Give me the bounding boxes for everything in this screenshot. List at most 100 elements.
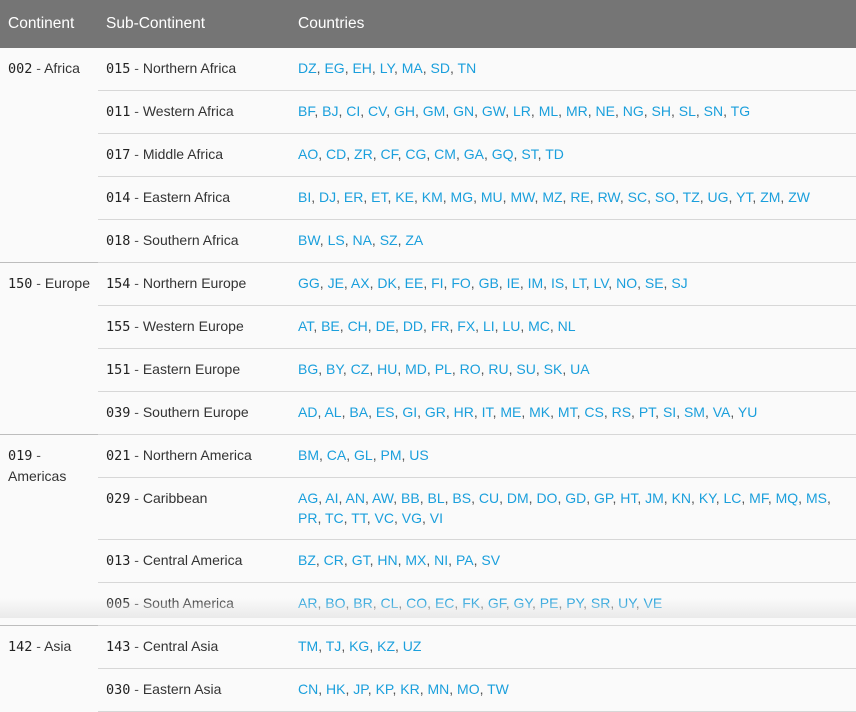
country-code-link[interactable]: SD	[431, 60, 450, 76]
country-code-link[interactable]: ML	[539, 103, 558, 119]
country-code-link[interactable]: TC	[325, 510, 344, 526]
country-code-link[interactable]: SV	[481, 552, 500, 568]
country-code-link[interactable]: NA	[352, 232, 371, 248]
country-code-link[interactable]: TT	[351, 510, 367, 526]
country-code-link[interactable]: RO	[460, 361, 481, 377]
country-code-link[interactable]: BI	[298, 189, 311, 205]
country-code-link[interactable]: VI	[430, 510, 443, 526]
country-code-link[interactable]: UZ	[403, 638, 422, 654]
country-code-link[interactable]: CA	[327, 447, 346, 463]
country-code-link[interactable]: MU	[481, 189, 503, 205]
country-code-link[interactable]: HR	[454, 404, 474, 420]
country-code-link[interactable]: NI	[434, 552, 448, 568]
country-code-link[interactable]: TJ	[326, 638, 342, 654]
country-code-link[interactable]: MD	[405, 361, 427, 377]
country-code-link[interactable]: GD	[565, 490, 586, 506]
country-code-link[interactable]: IS	[551, 275, 564, 291]
country-code-link[interactable]: IT	[482, 404, 493, 420]
country-code-link[interactable]: CS	[584, 404, 603, 420]
country-code-link[interactable]: KG	[349, 638, 369, 654]
country-code-link[interactable]: ME	[500, 404, 521, 420]
country-code-link[interactable]: TM	[298, 638, 318, 654]
country-code-link[interactable]: VA	[713, 404, 731, 420]
country-code-link[interactable]: GM	[423, 103, 446, 119]
country-code-link[interactable]: GL	[354, 447, 373, 463]
country-code-link[interactable]: BL	[427, 490, 444, 506]
country-code-link[interactable]: SM	[684, 404, 705, 420]
country-code-link[interactable]: AW	[372, 490, 393, 506]
country-code-link[interactable]: MK	[529, 404, 550, 420]
country-code-link[interactable]: KE	[395, 189, 414, 205]
country-code-link[interactable]: IM	[528, 275, 544, 291]
country-code-link[interactable]: GI	[402, 404, 417, 420]
country-code-link[interactable]: SO	[655, 189, 675, 205]
country-code-link[interactable]: DJ	[319, 189, 336, 205]
country-code-link[interactable]: SH	[652, 103, 671, 119]
country-code-link[interactable]: SK	[544, 361, 563, 377]
country-code-link[interactable]: TD	[545, 146, 564, 162]
country-code-link[interactable]: CR	[324, 552, 344, 568]
country-code-link[interactable]: UG	[708, 189, 729, 205]
country-code-link[interactable]: FX	[457, 318, 475, 334]
country-code-link[interactable]: RU	[488, 361, 508, 377]
country-code-link[interactable]: KM	[422, 189, 443, 205]
country-code-link[interactable]: AG	[298, 490, 318, 506]
country-code-link[interactable]: GP	[594, 490, 612, 506]
country-code-link[interactable]: LR	[513, 103, 531, 119]
country-code-link[interactable]: DK	[377, 275, 396, 291]
country-code-link[interactable]: CG	[405, 146, 426, 162]
country-code-link[interactable]: CF	[380, 146, 397, 162]
country-code-link[interactable]: MN	[427, 681, 449, 697]
country-code-link[interactable]: RE	[570, 189, 589, 205]
country-code-link[interactable]: BE	[321, 318, 340, 334]
country-code-link[interactable]: AN	[346, 490, 365, 506]
country-code-link[interactable]: MQ	[776, 490, 799, 506]
country-code-link[interactable]: LS	[328, 232, 345, 248]
country-code-link[interactable]: YT	[736, 189, 752, 205]
country-code-link[interactable]: MX	[405, 552, 426, 568]
country-code-link[interactable]: SJ	[671, 275, 687, 291]
country-code-link[interactable]: TZ	[683, 189, 700, 205]
country-code-link[interactable]: ZM	[760, 189, 780, 205]
country-code-link[interactable]: LV	[593, 275, 608, 291]
country-code-link[interactable]: HN	[377, 552, 397, 568]
country-code-link[interactable]: NG	[623, 103, 644, 119]
country-code-link[interactable]: SZ	[380, 232, 398, 248]
country-code-link[interactable]: NL	[558, 318, 576, 334]
country-code-link[interactable]: BS	[452, 490, 471, 506]
country-code-link[interactable]: GY	[514, 595, 532, 611]
country-code-link[interactable]: HT	[620, 490, 637, 506]
country-code-link[interactable]: LC	[723, 490, 741, 506]
country-code-link[interactable]: FO	[451, 275, 470, 291]
country-code-link[interactable]: AX	[351, 275, 370, 291]
country-code-link[interactable]: ST	[521, 146, 537, 162]
country-code-link[interactable]: GN	[453, 103, 474, 119]
country-code-link[interactable]: CD	[326, 146, 346, 162]
country-code-link[interactable]: HU	[377, 361, 397, 377]
country-code-link[interactable]: ET	[371, 189, 387, 205]
country-code-link[interactable]: DO	[536, 490, 557, 506]
country-code-link[interactable]: CU	[479, 490, 499, 506]
country-code-link[interactable]: GR	[425, 404, 446, 420]
country-code-link[interactable]: EE	[405, 275, 424, 291]
country-code-link[interactable]: LI	[483, 318, 495, 334]
country-code-link[interactable]: CV	[368, 103, 386, 119]
country-code-link[interactable]: SL	[679, 103, 696, 119]
country-code-link[interactable]: BO	[325, 595, 345, 611]
country-code-link[interactable]: PT	[639, 404, 655, 420]
country-code-link[interactable]: ZW	[788, 189, 810, 205]
country-code-link[interactable]: NO	[616, 275, 637, 291]
country-code-link[interactable]: MZ	[542, 189, 562, 205]
country-code-link[interactable]: NE	[596, 103, 615, 119]
country-code-link[interactable]: CO	[406, 595, 427, 611]
country-code-link[interactable]: PA	[456, 552, 474, 568]
country-code-link[interactable]: SI	[663, 404, 676, 420]
country-code-link[interactable]: SC	[628, 189, 647, 205]
country-code-link[interactable]: GF	[488, 595, 506, 611]
country-code-link[interactable]: JM	[645, 490, 664, 506]
country-code-link[interactable]: MF	[749, 490, 768, 506]
country-code-link[interactable]: EG	[324, 60, 344, 76]
country-code-link[interactable]: AL	[324, 404, 341, 420]
country-code-link[interactable]: RS	[612, 404, 631, 420]
country-code-link[interactable]: AD	[298, 404, 317, 420]
